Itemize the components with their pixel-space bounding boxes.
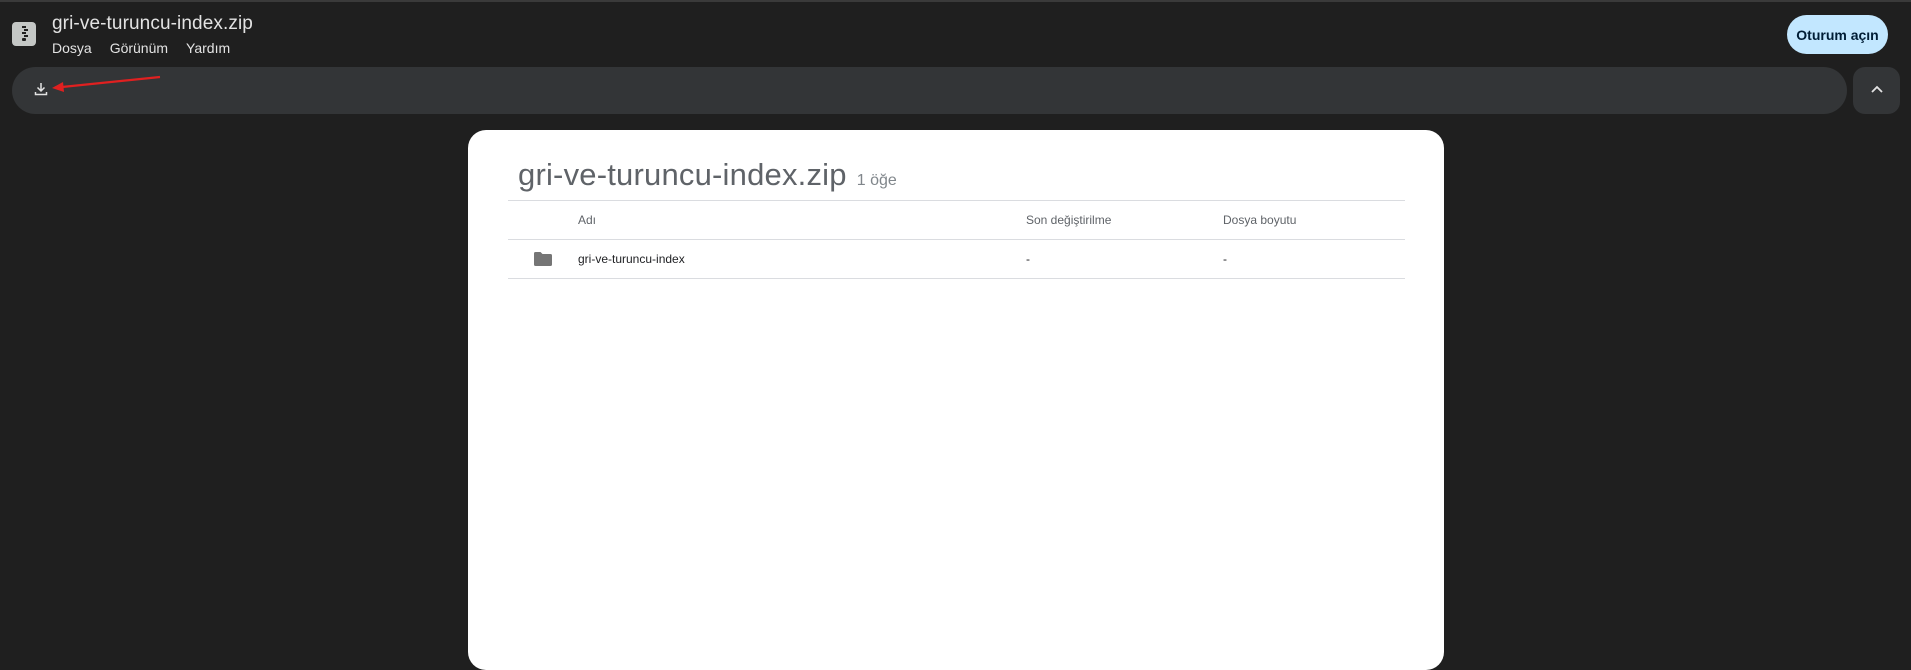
folder-icon (534, 240, 552, 278)
menu-bar: Dosya Görünüm Yardım (52, 40, 230, 56)
download-button[interactable] (28, 78, 54, 104)
annotation-arrow (52, 75, 161, 92)
top-border (0, 0, 1911, 2)
table-header: Adı Son değiştirilme Dosya boyutu (508, 200, 1405, 239)
column-name-header[interactable]: Adı (578, 201, 596, 239)
menu-dosya[interactable]: Dosya (52, 40, 92, 56)
archive-title: gri-ve-turuncu-index.zip 1 öğe (518, 157, 897, 193)
menu-yardim[interactable]: Yardım (186, 40, 230, 56)
toolbar (12, 67, 1847, 114)
menu-gorunum[interactable]: Görünüm (110, 40, 168, 56)
collapse-button[interactable] (1853, 67, 1900, 114)
row-size: - (1223, 252, 1227, 266)
table-row[interactable]: gri-ve-turuncu-index - - (508, 239, 1405, 279)
download-icon (33, 81, 49, 102)
archive-panel: gri-ve-turuncu-index.zip 1 öğe Adı Son d… (468, 130, 1444, 670)
chevron-up-icon (1870, 82, 1884, 100)
column-size-header[interactable]: Dosya boyutu (1223, 201, 1296, 239)
file-table: Adı Son değiştirilme Dosya boyutu gri-ve… (508, 200, 1405, 279)
signin-button[interactable]: Oturum açın (1787, 15, 1888, 54)
item-count: 1 öğe (856, 172, 897, 189)
column-modified-header[interactable]: Son değiştirilme (1026, 201, 1111, 239)
zip-archive-icon (12, 22, 36, 46)
row-modified: - (1026, 252, 1030, 266)
row-name: gri-ve-turuncu-index (578, 252, 685, 266)
archive-name: gri-ve-turuncu-index.zip (518, 157, 847, 192)
window-title: gri-ve-turuncu-index.zip (52, 13, 253, 34)
